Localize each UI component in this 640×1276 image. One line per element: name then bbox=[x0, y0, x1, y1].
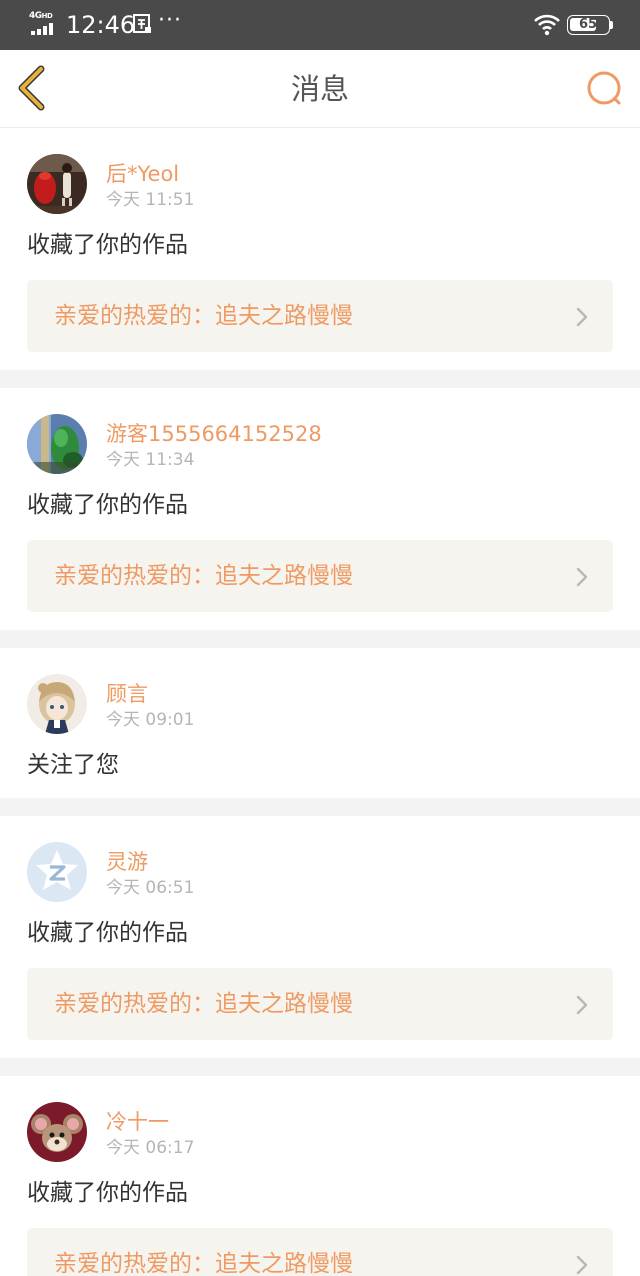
avatar[interactable] bbox=[27, 1102, 87, 1162]
message-item[interactable]: 冷十一 今天 06:17 收藏了你的作品 亲爱的热爱的：追夫之路慢慢 bbox=[0, 1076, 640, 1276]
work-title: 亲爱的热爱的：追夫之路慢慢 bbox=[54, 563, 353, 589]
timestamp: 今天 09:01 bbox=[106, 710, 195, 730]
message-item[interactable]: 后*Yeol 今天 11:51 收藏了你的作品 亲爱的热爱的：追夫之路慢慢 bbox=[0, 128, 640, 370]
avatar[interactable] bbox=[27, 154, 87, 214]
wifi-icon bbox=[533, 12, 561, 36]
message-header: 冷十一 今天 06:17 bbox=[27, 1102, 613, 1164]
chevron-right-icon bbox=[576, 567, 588, 587]
battery-cap bbox=[610, 21, 613, 29]
timestamp: 今天 11:34 bbox=[106, 450, 195, 470]
work-link[interactable]: 亲爱的热爱的：追夫之路慢慢 bbox=[27, 968, 613, 1040]
action-text: 收藏了你的作品 bbox=[27, 492, 188, 518]
message-feed[interactable]: 后*Yeol 今天 11:51 收藏了你的作品 亲爱的热爱的：追夫之路慢慢 游客… bbox=[0, 128, 640, 1276]
timestamp: 今天 06:51 bbox=[106, 878, 195, 898]
page-title: 消息 bbox=[290, 72, 349, 106]
more-notifications-icon: ··· bbox=[158, 8, 182, 33]
notification-icon bbox=[133, 14, 152, 34]
chevron-right-icon bbox=[576, 1255, 588, 1275]
action-text: 收藏了你的作品 bbox=[27, 232, 188, 258]
username[interactable]: 顾言 bbox=[106, 681, 148, 707]
battery-level: 65 bbox=[578, 17, 598, 32]
action-text: 关注了您 bbox=[27, 752, 119, 778]
chevron-right-icon bbox=[576, 995, 588, 1015]
action-text: 收藏了你的作品 bbox=[27, 920, 188, 946]
battery-icon: 65 bbox=[567, 15, 610, 35]
message-item[interactable]: 游客1555664152528 今天 11:34 收藏了你的作品 亲爱的热爱的：… bbox=[0, 388, 640, 630]
work-link[interactable]: 亲爱的热爱的：追夫之路慢慢 bbox=[27, 280, 613, 352]
message-header: 灵游 今天 06:51 bbox=[27, 842, 613, 904]
username[interactable]: 后*Yeol bbox=[106, 161, 179, 187]
username[interactable]: 游客1555664152528 bbox=[106, 421, 322, 447]
chevron-right-icon bbox=[576, 307, 588, 327]
message-header: 游客1555664152528 今天 11:34 bbox=[27, 414, 613, 476]
avatar[interactable] bbox=[27, 674, 87, 734]
action-text: 收藏了你的作品 bbox=[27, 1180, 188, 1206]
work-title: 亲爱的热爱的：追夫之路慢慢 bbox=[54, 303, 353, 329]
cellular-signal-icon: 4GHD bbox=[29, 11, 59, 36]
status-bar: 4GHD 12:46 ··· 65 bbox=[0, 0, 640, 50]
message-header: 顾言 今天 09:01 bbox=[27, 674, 613, 736]
search-button[interactable] bbox=[584, 68, 626, 110]
nav-bar: 消息 bbox=[0, 50, 640, 128]
avatar[interactable] bbox=[27, 842, 87, 902]
network-type: 4G bbox=[29, 11, 42, 21]
work-link[interactable]: 亲爱的热爱的：追夫之路慢慢 bbox=[27, 1228, 613, 1276]
username[interactable]: 灵游 bbox=[106, 849, 148, 875]
timestamp: 今天 06:17 bbox=[106, 1138, 195, 1158]
username[interactable]: 冷十一 bbox=[106, 1109, 169, 1135]
timestamp: 今天 11:51 bbox=[106, 190, 195, 210]
work-title: 亲爱的热爱的：追夫之路慢慢 bbox=[54, 991, 353, 1017]
search-icon bbox=[587, 71, 621, 105]
work-title: 亲爱的热爱的：追夫之路慢慢 bbox=[54, 1251, 353, 1276]
network-hd-label: HD bbox=[41, 12, 53, 20]
message-item[interactable]: 灵游 今天 06:51 收藏了你的作品 亲爱的热爱的：追夫之路慢慢 bbox=[0, 816, 640, 1058]
message-header: 后*Yeol 今天 11:51 bbox=[27, 154, 613, 216]
message-item[interactable]: 顾言 今天 09:01 关注了您 bbox=[0, 648, 640, 798]
avatar[interactable] bbox=[27, 414, 87, 474]
work-link[interactable]: 亲爱的热爱的：追夫之路慢慢 bbox=[27, 540, 613, 612]
clock: 12:46 bbox=[66, 11, 136, 39]
